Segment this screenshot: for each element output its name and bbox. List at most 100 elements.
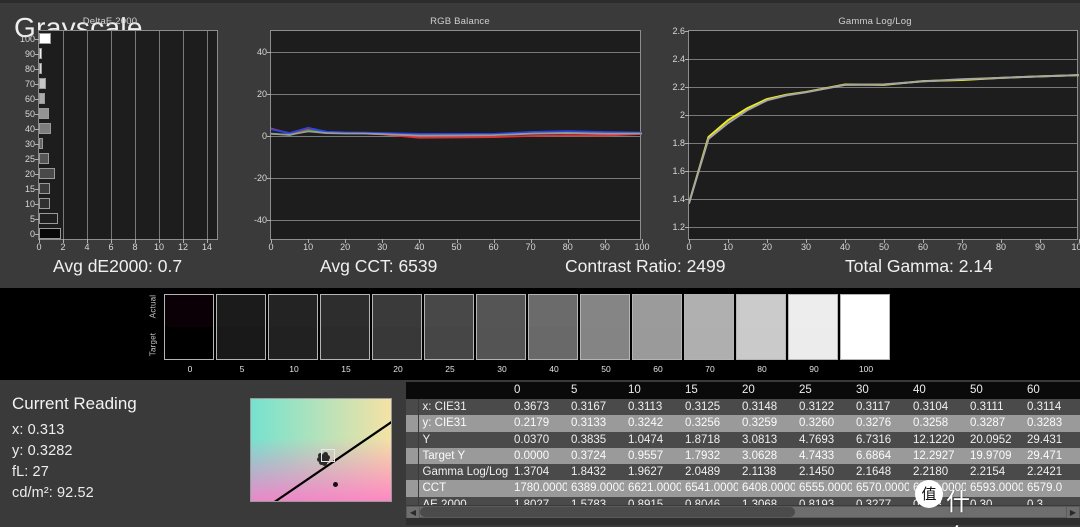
patch-0[interactable] — [164, 294, 214, 360]
deltae-xtick-mark — [39, 239, 40, 243]
patch-target-70 — [685, 327, 733, 359]
patch-label-0: 0 — [187, 364, 193, 374]
scrollbar-thumb[interactable] — [420, 507, 795, 517]
patch-10[interactable] — [268, 294, 318, 360]
rgb-xtick-label: 30 — [377, 242, 388, 252]
table-row[interactable]: Y 0.0370 0.3835 1.0474 1.8718 3.0813 4.7693 6.7… — [406, 431, 1080, 448]
rgb-chart-title: RGB Balance — [430, 16, 490, 27]
patch-target-5 — [217, 327, 265, 359]
deltae-xtick-mark — [87, 239, 88, 243]
row-handle[interactable] — [406, 447, 419, 465]
patch-40[interactable] — [528, 294, 578, 360]
deltae-plot-area: 100 90 80 70 60 50 40 30 25 20 15 10 5 0 0 2 4 6 8 10 12 14 — [20, 30, 218, 252]
deltae-gridline — [135, 31, 136, 239]
scroll-right-arrow-icon[interactable]: ▶ — [1067, 507, 1079, 518]
series-measured — [689, 74, 1079, 205]
scrollbar-track[interactable] — [420, 507, 1066, 517]
patch-25[interactable] — [424, 294, 474, 360]
gamma-ytick-label: 1.8 — [672, 138, 685, 148]
patch-target-90 — [789, 327, 837, 359]
table-col-header-5[interactable]: 5 — [567, 382, 624, 399]
table-col-header-25[interactable]: 25 — [795, 382, 852, 399]
reading-cdm2: cd/m²: 92.52 — [12, 485, 94, 501]
deltae-ytick-mark — [35, 98, 39, 100]
cell-25: 4.7693 — [795, 431, 852, 448]
cie-ytick-mark — [250, 451, 251, 452]
deltae-xtick-label: 12 — [177, 242, 189, 252]
table-horizontal-scrollbar[interactable]: ◀ ▶ — [406, 505, 1080, 518]
row-label: x: CIE31 — [418, 399, 510, 416]
row-handle[interactable] — [406, 399, 419, 416]
cell-60: 0.3114 — [1023, 399, 1080, 416]
deltae-xtick-mark — [63, 239, 64, 243]
patch-80[interactable] — [736, 294, 786, 360]
patch-15[interactable] — [320, 294, 370, 360]
rgb-xtick-label: 90 — [599, 242, 610, 252]
row-label: Gamma Log/Log — [418, 464, 510, 481]
patch-target-25 — [425, 327, 473, 359]
cell-40: 2.2180 — [909, 464, 966, 481]
gamma-plot-area: 2.6 2.4 2.2 2 1.8 1.6 1.4 1.2 0 10 20 30 40 50 60 70 80 9… — [672, 26, 1080, 252]
patch-90[interactable] — [788, 294, 838, 360]
patch-30[interactable] — [476, 294, 526, 360]
deltae-xtick-mark — [183, 239, 184, 243]
gamma-ytick-label: 1.6 — [672, 166, 685, 176]
row-handle[interactable] — [406, 480, 419, 497]
deltae-chart-title: DeltaE 2000 — [82, 16, 138, 27]
rgb-xtick-label-mark — [642, 239, 643, 243]
deltae-ytick-mark — [35, 53, 39, 55]
charts-row: Grayscale DeltaE 2000 100 90 80 70 60 50 40 30 2… — [0, 0, 1080, 255]
deltae-gridline — [111, 31, 112, 239]
gamma-series-layer — [689, 74, 1079, 205]
table-col-header-40[interactable]: 40 — [909, 382, 966, 399]
row-handle[interactable] — [406, 464, 419, 481]
rgb-balance-chart: RGB Balance 40 20 0 -20 -40 0 10 20 30 40 50 60 70 80… — [254, 0, 660, 255]
table-row[interactable]: x: CIE31 0.3673 0.3167 0.3113 0.3125 0.3148 0.… — [406, 399, 1080, 416]
avg-cct-label: Avg CCT: 6539 — [320, 256, 438, 276]
patch-actual-20 — [373, 295, 421, 327]
table-row[interactable]: CCT 1780.0000 6389.0000 6621.0000 6541.0000 6… — [406, 480, 1080, 497]
table-row[interactable]: Gamma Log/Log 1.3704 1.8432 1.9627 2.0489 2.1… — [406, 464, 1080, 481]
cell-5: 0.3167 — [567, 399, 624, 416]
deltae-xtick-mark — [111, 239, 112, 243]
table-row[interactable]: y: CIE31 0.2179 0.3133 0.3242 0.3256 0.3259 0.… — [406, 415, 1080, 432]
cell-0: 0.3673 — [510, 399, 567, 416]
cell-30: 6.6864 — [852, 447, 909, 465]
cell-40: 12.2927 — [909, 447, 966, 465]
cell-30: 0.3117 — [852, 399, 909, 416]
row-handle[interactable] — [406, 431, 419, 448]
deltae-gridline — [63, 31, 64, 239]
patch-50[interactable] — [580, 294, 630, 360]
table-col-header-0[interactable]: 0 — [510, 382, 567, 399]
deltae-bar — [39, 63, 43, 74]
table-col-header-50[interactable]: 50 — [966, 382, 1023, 399]
measurements-table-wrapper[interactable]: 0 5 10 15 20 25 30 40 50 60 x: CIE31 0.3673 0.3167 0… — [406, 382, 1080, 525]
deltae-ytick-label: 25 — [24, 153, 35, 164]
deltae-ytick-mark — [35, 173, 39, 175]
gamma-ytick-label: 1.4 — [672, 194, 685, 204]
scroll-left-arrow-icon[interactable]: ◀ — [407, 507, 419, 518]
row-label: Target Y — [418, 447, 510, 465]
patch-label-70: 70 — [705, 364, 715, 374]
table-col-header-30[interactable]: 30 — [852, 382, 909, 399]
target-label: Target — [148, 332, 158, 357]
table-row[interactable]: Target Y 0.0000 0.3724 0.9557 1.7932 3.0628 4.… — [406, 447, 1080, 465]
current-reading-title: Current Reading — [12, 394, 137, 413]
patch-20[interactable] — [372, 294, 422, 360]
cell-60: 0.3283 — [1023, 415, 1080, 432]
cie-chromaticity-plot[interactable]: 0.350.340.330.320.310.290.30.310.320.33 — [250, 398, 392, 502]
patch-100[interactable] — [840, 294, 890, 360]
deltae-bar — [39, 138, 43, 149]
table-col-header-15[interactable]: 15 — [681, 382, 738, 399]
measurements-table: 0 5 10 15 20 25 30 40 50 60 x: CIE31 0.3673 0.3167 0… — [406, 382, 1080, 514]
table-corner-cell[interactable] — [406, 382, 418, 399]
patch-5[interactable] — [216, 294, 266, 360]
patch-70[interactable] — [684, 294, 734, 360]
table-col-header-20[interactable]: 20 — [738, 382, 795, 399]
row-handle[interactable] — [406, 415, 419, 432]
patch-60[interactable] — [632, 294, 682, 360]
table-col-header-60[interactable]: 60 — [1023, 382, 1080, 399]
table-col-header-10[interactable]: 10 — [624, 382, 681, 399]
cell-20: 0.3148 — [738, 399, 795, 416]
cell-50: 20.0952 — [966, 431, 1023, 448]
